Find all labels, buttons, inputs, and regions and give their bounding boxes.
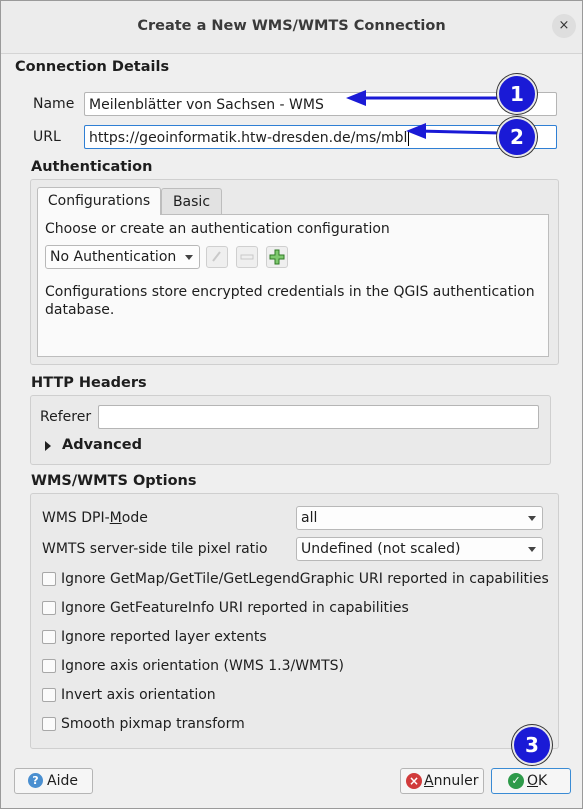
- annotation-arrows: [346, 90, 501, 139]
- arrow-to-url: [406, 123, 501, 139]
- tab-configurations[interactable]: Configurations: [37, 187, 161, 215]
- annotation-badge-3: 3: [512, 725, 552, 765]
- annotation-badge-2: 2: [497, 117, 537, 157]
- arrow-to-name: [346, 90, 500, 106]
- annotation-badge-1: 1: [497, 74, 537, 114]
